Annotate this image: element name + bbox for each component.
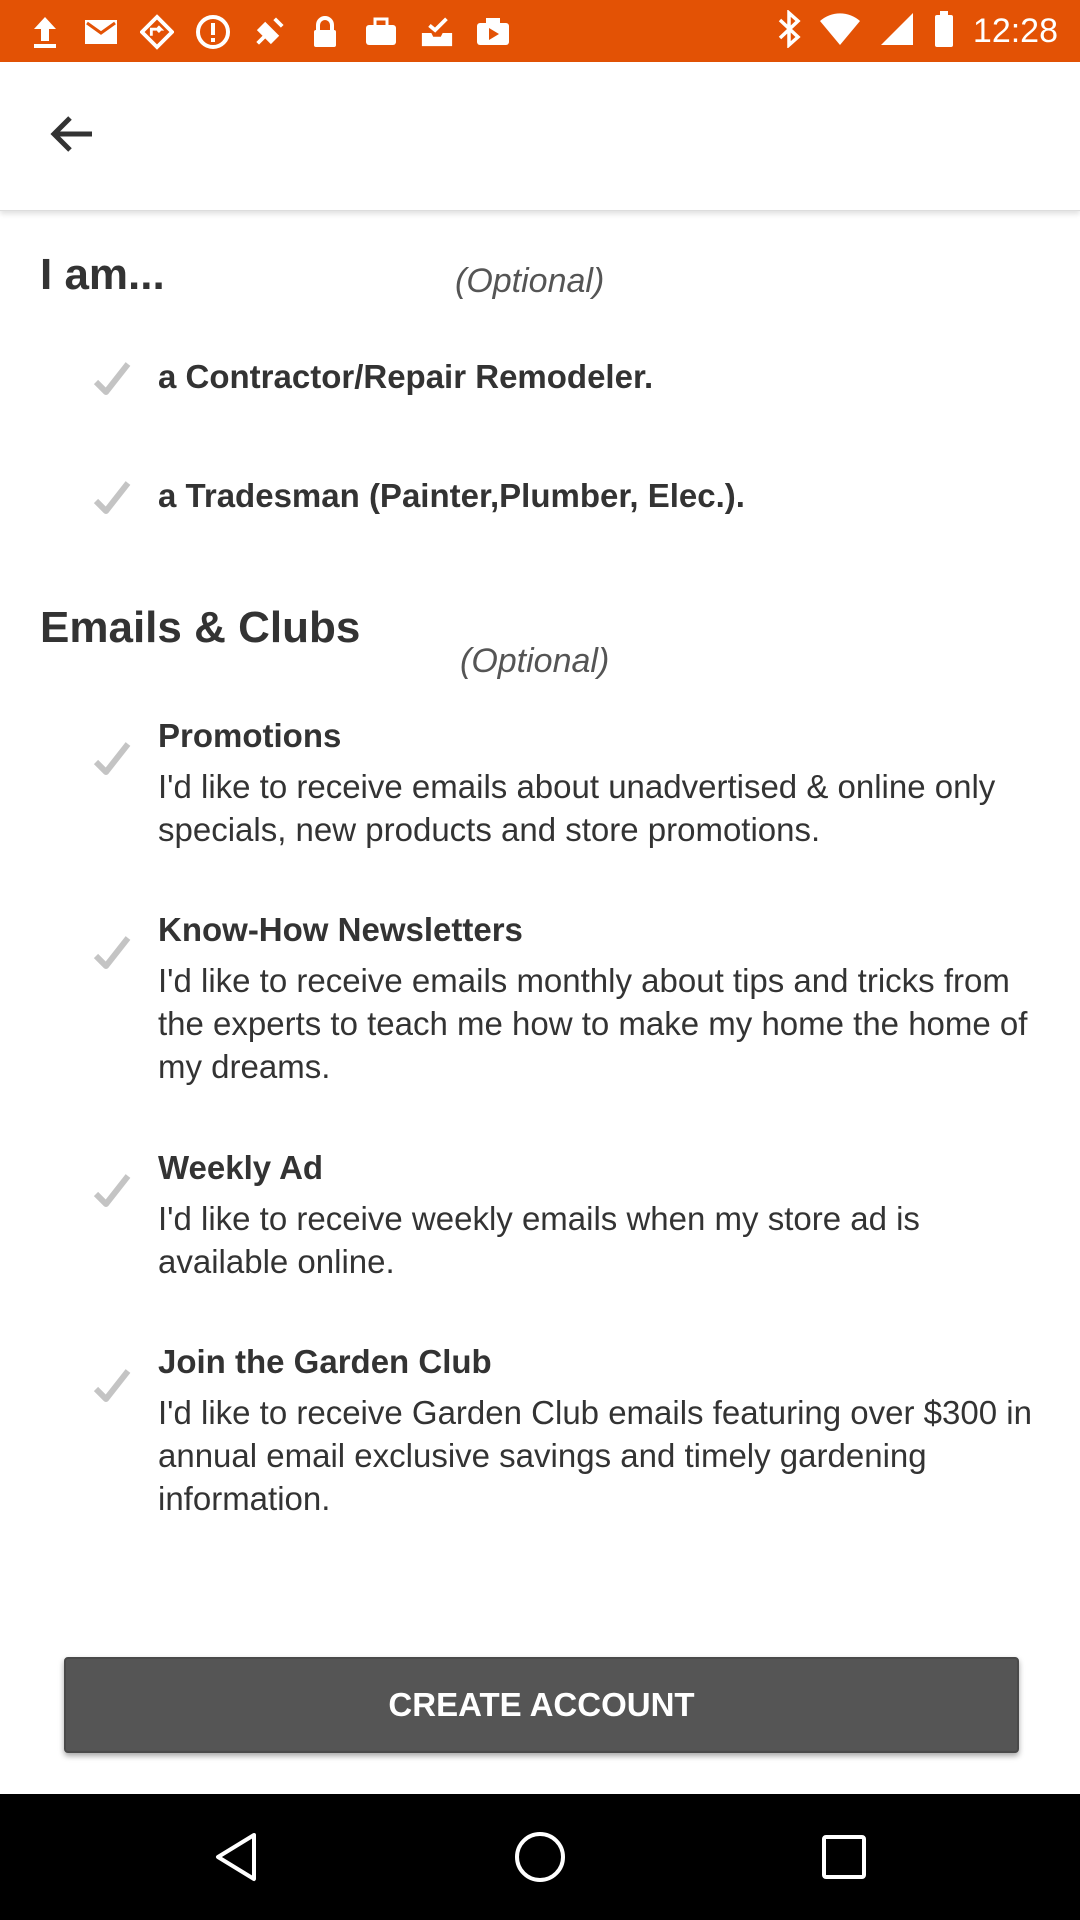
back-button[interactable]	[44, 108, 100, 164]
check-icon	[93, 362, 131, 395]
lock-icon	[308, 15, 342, 49]
check-icon	[93, 742, 131, 775]
check-icon	[93, 481, 131, 514]
check-icon	[93, 936, 131, 969]
fake-gps-icon	[252, 15, 286, 49]
nav-back-button[interactable]	[206, 1827, 266, 1887]
newsletters-label[interactable]: Know-How Newsletters	[158, 911, 523, 949]
check-icon	[93, 1369, 131, 1402]
newsletters-checkbox[interactable]	[92, 932, 132, 972]
newsletters-description: I'd like to receive emails monthly about…	[158, 962, 1028, 1085]
home-circle-icon	[515, 1832, 565, 1882]
recents-square-icon	[822, 1835, 866, 1879]
check-icon	[93, 1174, 131, 1207]
weekly-ad-checkbox[interactable]	[92, 1170, 132, 1210]
garden-club-description: I'd like to receive Garden Club emails f…	[158, 1394, 1032, 1517]
wifi-icon	[819, 12, 861, 51]
back-triangle-icon	[216, 1833, 256, 1881]
mail-icon	[84, 15, 118, 49]
nav-home-button[interactable]	[510, 1827, 570, 1887]
bluetooth-icon	[777, 8, 801, 53]
promotions-checkbox[interactable]	[92, 738, 132, 778]
emails-section-title: Emails & Clubs	[40, 603, 361, 652]
navigation-bar	[0, 1794, 1080, 1920]
status-bar: 12:28	[0, 0, 1080, 62]
garden-club-checkbox[interactable]	[92, 1365, 132, 1405]
nav-recents-button[interactable]	[814, 1827, 874, 1887]
briefcase-icon	[364, 15, 398, 49]
status-time: 12:28	[972, 11, 1058, 50]
video-play-icon	[476, 15, 510, 49]
contractor-option-label[interactable]: a Contractor/Repair Remodeler.	[158, 358, 653, 396]
system-icons: 12:28	[777, 8, 1058, 54]
app-bar	[0, 62, 1080, 211]
tradesman-checkbox[interactable]	[92, 477, 132, 517]
promotions-label[interactable]: Promotions	[158, 717, 341, 755]
notification-icons	[28, 12, 510, 52]
contractor-checkbox[interactable]	[92, 358, 132, 398]
upload-icon	[28, 15, 62, 49]
signal-icon	[879, 11, 915, 52]
inbox-check-icon	[420, 15, 454, 49]
arrow-back-icon	[50, 114, 94, 159]
emails-optional-label: (Optional)	[460, 642, 610, 680]
battery-icon	[933, 10, 955, 53]
alert-icon	[196, 15, 230, 49]
promotions-description: I'd like to receive emails about unadver…	[158, 768, 996, 848]
weekly-ad-description: I'd like to receive weekly emails when m…	[158, 1200, 920, 1280]
role-section-title: I am...	[40, 250, 165, 299]
role-optional-label: (Optional)	[455, 262, 605, 300]
diamond-nav-icon	[140, 14, 174, 50]
tradesman-option-label[interactable]: a Tradesman (Painter,Plumber, Elec.).	[158, 477, 745, 515]
weekly-ad-label[interactable]: Weekly Ad	[158, 1149, 323, 1187]
garden-club-label[interactable]: Join the Garden Club	[158, 1343, 492, 1381]
create-account-button[interactable]: CREATE ACCOUNT	[64, 1657, 1019, 1753]
